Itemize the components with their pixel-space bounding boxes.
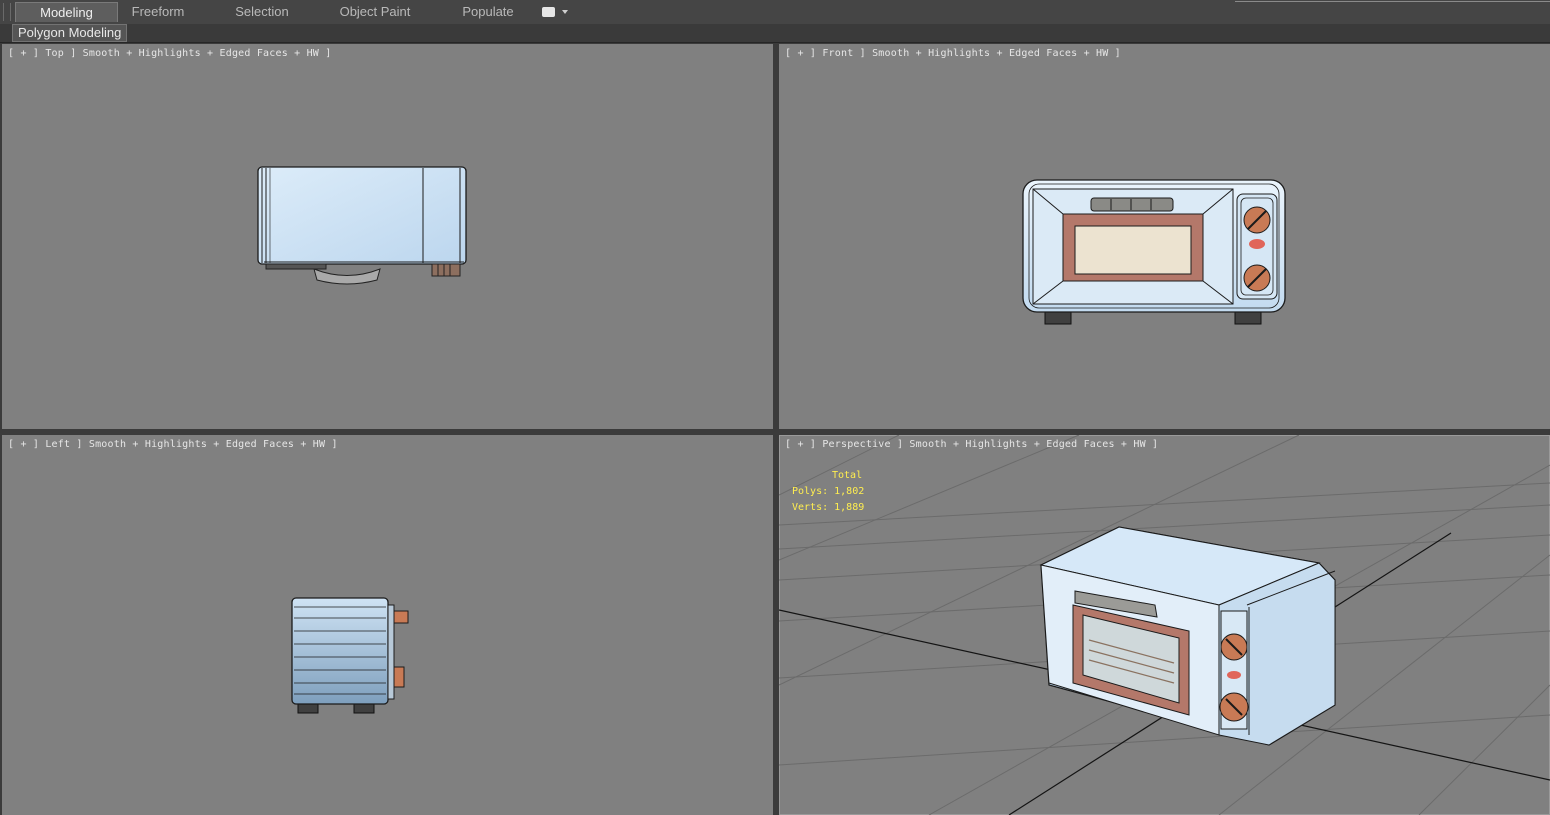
toaster-top-view: [257, 166, 467, 285]
toggle-box-icon: [542, 7, 555, 17]
ribbon-subpanel: Polygon Modeling: [0, 24, 1550, 43]
stats-polys: Polys: 1,802: [792, 486, 865, 497]
tab-freeform[interactable]: Freeform: [118, 2, 198, 22]
ribbon-grip[interactable]: [3, 3, 11, 21]
viewport-left[interactable]: [ + ] Left ] Smooth + Highlights + Edged…: [2, 435, 773, 815]
perspective-grid: [779, 435, 1550, 815]
toaster-front-view: [1022, 179, 1286, 325]
viewport-front[interactable]: [ + ] Front ] Smooth + Highlights + Edge…: [779, 44, 1550, 429]
polygon-modeling-button[interactable]: Polygon Modeling: [12, 24, 128, 42]
chevron-down-icon: [562, 10, 568, 14]
stats-verts: Verts: 1,889: [792, 502, 865, 513]
divider: [1235, 1, 1550, 2]
toaster-left-view: [291, 597, 409, 714]
tab-selection[interactable]: Selection: [222, 2, 302, 22]
stats-total-heading: Total: [832, 470, 863, 481]
tab-object-paint[interactable]: Object Paint: [330, 2, 420, 22]
ribbon-bar: Modeling Freeform Selection Object Paint…: [0, 0, 1550, 25]
display-toggle-icon[interactable]: [542, 7, 568, 19]
viewport-label[interactable]: [ + ] Perspective ] Smooth + Highlights …: [785, 439, 1158, 450]
tab-modeling[interactable]: Modeling: [15, 2, 118, 22]
tab-populate[interactable]: Populate: [448, 2, 528, 22]
viewport-perspective[interactable]: [ + ] Perspective ] Smooth + Highlights …: [779, 435, 1550, 815]
scene-statistics: Total Polys: 1,802 Verts: 1,889: [792, 468, 864, 516]
viewport-top[interactable]: [ + ] Top ] Smooth + Highlights + Edged …: [2, 44, 773, 429]
